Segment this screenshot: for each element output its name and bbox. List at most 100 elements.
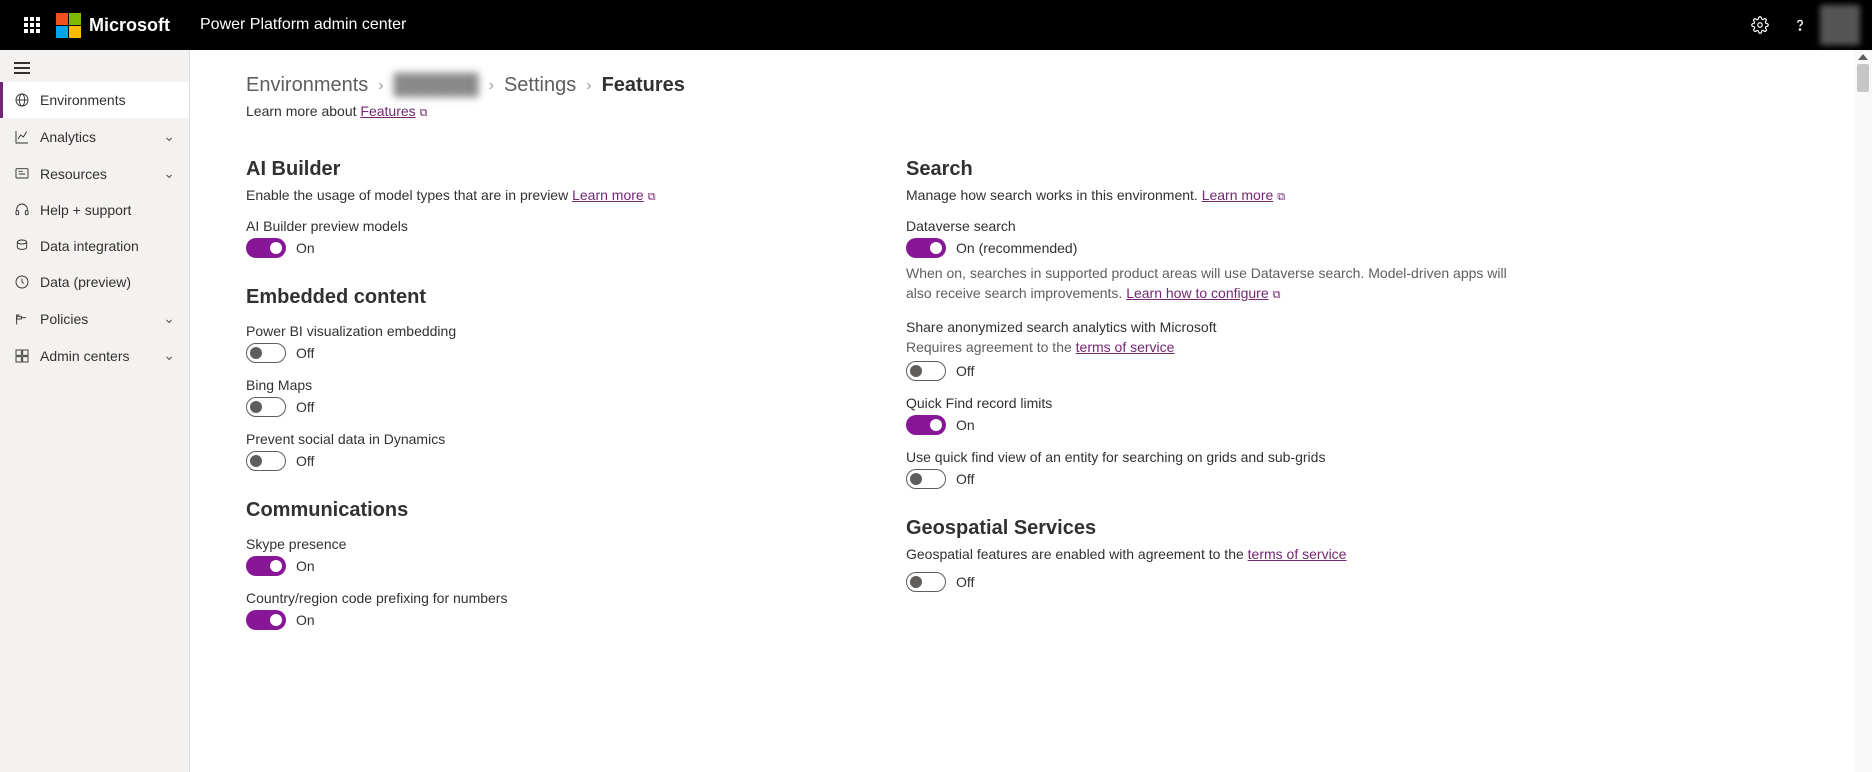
- sidebar-item-environments[interactable]: Environments: [0, 82, 189, 118]
- toggle-state-text: Off: [956, 574, 974, 590]
- breadcrumb-environments[interactable]: Environments: [246, 74, 368, 97]
- toggle-state-text: On (recommended): [956, 240, 1077, 256]
- bing-maps-toggle[interactable]: [246, 397, 286, 417]
- country-code-prefix-label: Country/region code prefixing for number…: [246, 590, 866, 606]
- geospatial-heading: Geospatial Services: [906, 517, 1526, 540]
- external-link-icon: ⧉: [648, 191, 656, 203]
- dataverse-search-hint: When on, searches in supported product a…: [906, 264, 1526, 303]
- terms-of-service-link[interactable]: terms of service: [1076, 339, 1175, 355]
- sidebar-item-resources[interactable]: Resources ⌄: [0, 155, 189, 192]
- dataverse-search-label: Dataverse search: [906, 218, 1526, 234]
- share-anon-sublabel: Requires agreement to the terms of servi…: [906, 339, 1526, 355]
- chevron-down-icon: ⌄: [163, 347, 175, 364]
- app-launcher-button[interactable]: [12, 5, 52, 45]
- main-content: Environments › ██████ › Settings › Featu…: [190, 50, 1872, 772]
- sidebar-item-label: Data (preview): [40, 274, 131, 290]
- chevron-down-icon: ⌄: [163, 165, 175, 182]
- toggle-state-text: On: [296, 558, 315, 574]
- breadcrumb-current: Features: [602, 74, 685, 97]
- brand-text: Microsoft: [89, 15, 170, 36]
- sidebar-item-data-integration[interactable]: Data integration: [0, 228, 189, 264]
- settings-gear-button[interactable]: [1740, 5, 1780, 45]
- breadcrumb-settings[interactable]: Settings: [504, 74, 576, 97]
- bing-maps-label: Bing Maps: [246, 377, 866, 393]
- ai-builder-desc: Enable the usage of model types that are…: [246, 187, 866, 204]
- features-learn-more-link[interactable]: Features: [360, 103, 415, 119]
- help-button[interactable]: [1780, 5, 1820, 45]
- country-code-prefix-toggle[interactable]: [246, 610, 286, 630]
- ai-builder-learn-more-link[interactable]: Learn more: [572, 187, 644, 203]
- geospatial-toggle[interactable]: [906, 572, 946, 592]
- quick-find-limits-toggle[interactable]: [906, 415, 946, 435]
- data-preview-icon: [14, 274, 30, 290]
- right-column: Search Manage how search works in this e…: [906, 150, 1526, 630]
- scroll-up-arrow-icon: [1858, 54, 1868, 60]
- sidebar-item-label: Help + support: [40, 202, 131, 218]
- question-icon: [1791, 16, 1809, 34]
- sidebar-item-analytics[interactable]: Analytics ⌄: [0, 118, 189, 155]
- sidebar-item-label: Analytics: [40, 129, 96, 145]
- toggle-state-text: Off: [956, 363, 974, 379]
- powerbi-embed-label: Power BI visualization embedding: [246, 323, 866, 339]
- skype-presence-label: Skype presence: [246, 536, 866, 552]
- app-title: Power Platform admin center: [200, 16, 406, 34]
- learn-more-line: Learn more about Features⧉: [246, 103, 1840, 120]
- toggle-state-text: Off: [296, 399, 314, 415]
- breadcrumb-environment-name[interactable]: ██████: [394, 74, 479, 97]
- sidebar-item-help-support[interactable]: Help + support: [0, 192, 189, 228]
- toggle-state-text: Off: [956, 471, 974, 487]
- toggle-state-text: Off: [296, 453, 314, 469]
- sidebar-item-data-preview[interactable]: Data (preview): [0, 264, 189, 300]
- embedded-content-heading: Embedded content: [246, 286, 866, 309]
- sidebar-item-label: Environments: [40, 92, 126, 108]
- powerbi-embed-toggle[interactable]: [246, 343, 286, 363]
- search-desc: Manage how search works in this environm…: [906, 187, 1526, 204]
- gear-icon: [1751, 16, 1769, 34]
- share-anon-toggle[interactable]: [906, 361, 946, 381]
- sidebar: Environments Analytics ⌄ Resources ⌄ Hel…: [0, 50, 190, 772]
- quick-find-view-label: Use quick find view of an entity for sea…: [906, 449, 1526, 465]
- globe-icon: [14, 92, 30, 108]
- chevron-down-icon: ⌄: [163, 128, 175, 145]
- skype-presence-toggle[interactable]: [246, 556, 286, 576]
- policies-icon: [14, 311, 30, 327]
- breadcrumb-separator: ›: [378, 77, 383, 95]
- dataverse-search-toggle[interactable]: [906, 238, 946, 258]
- toggle-state-text: On: [296, 612, 315, 628]
- external-link-icon: ⧉: [420, 107, 428, 119]
- prevent-social-toggle[interactable]: [246, 451, 286, 471]
- toggle-state-text: Off: [296, 345, 314, 361]
- sidebar-collapse-button[interactable]: [0, 54, 189, 82]
- left-column: AI Builder Enable the usage of model typ…: [246, 150, 866, 630]
- sidebar-item-label: Admin centers: [40, 348, 129, 364]
- admin-centers-icon: [14, 348, 30, 364]
- toggle-state-text: On: [956, 417, 975, 433]
- sidebar-item-admin-centers[interactable]: Admin centers ⌄: [0, 337, 189, 374]
- breadcrumb-separator: ›: [489, 77, 494, 95]
- ai-builder-preview-label: AI Builder preview models: [246, 218, 866, 234]
- communications-heading: Communications: [246, 499, 866, 522]
- search-heading: Search: [906, 158, 1526, 181]
- ai-builder-preview-toggle[interactable]: [246, 238, 286, 258]
- share-anon-label: Share anonymized search analytics with M…: [906, 319, 1526, 335]
- breadcrumb: Environments › ██████ › Settings › Featu…: [246, 74, 1840, 97]
- quick-find-view-toggle[interactable]: [906, 469, 946, 489]
- external-link-icon: ⧉: [1277, 191, 1285, 203]
- sidebar-item-label: Policies: [40, 311, 88, 327]
- hamburger-icon: [14, 62, 30, 74]
- sidebar-item-policies[interactable]: Policies ⌄: [0, 300, 189, 337]
- vertical-scrollbar[interactable]: [1854, 50, 1872, 772]
- user-avatar[interactable]: [1820, 5, 1860, 45]
- chevron-down-icon: ⌄: [163, 310, 175, 327]
- geo-terms-link[interactable]: terms of service: [1248, 546, 1347, 562]
- data-integration-icon: [14, 238, 30, 254]
- scrollbar-thumb[interactable]: [1857, 64, 1869, 92]
- dataverse-configure-link[interactable]: Learn how to configure: [1126, 285, 1268, 301]
- top-header: Microsoft Power Platform admin center: [0, 0, 1872, 50]
- quick-find-limits-label: Quick Find record limits: [906, 395, 1526, 411]
- external-link-icon: ⧉: [1273, 289, 1281, 301]
- ai-builder-heading: AI Builder: [246, 158, 866, 181]
- search-learn-more-link[interactable]: Learn more: [1202, 187, 1274, 203]
- headset-icon: [14, 202, 30, 218]
- resources-icon: [14, 166, 30, 182]
